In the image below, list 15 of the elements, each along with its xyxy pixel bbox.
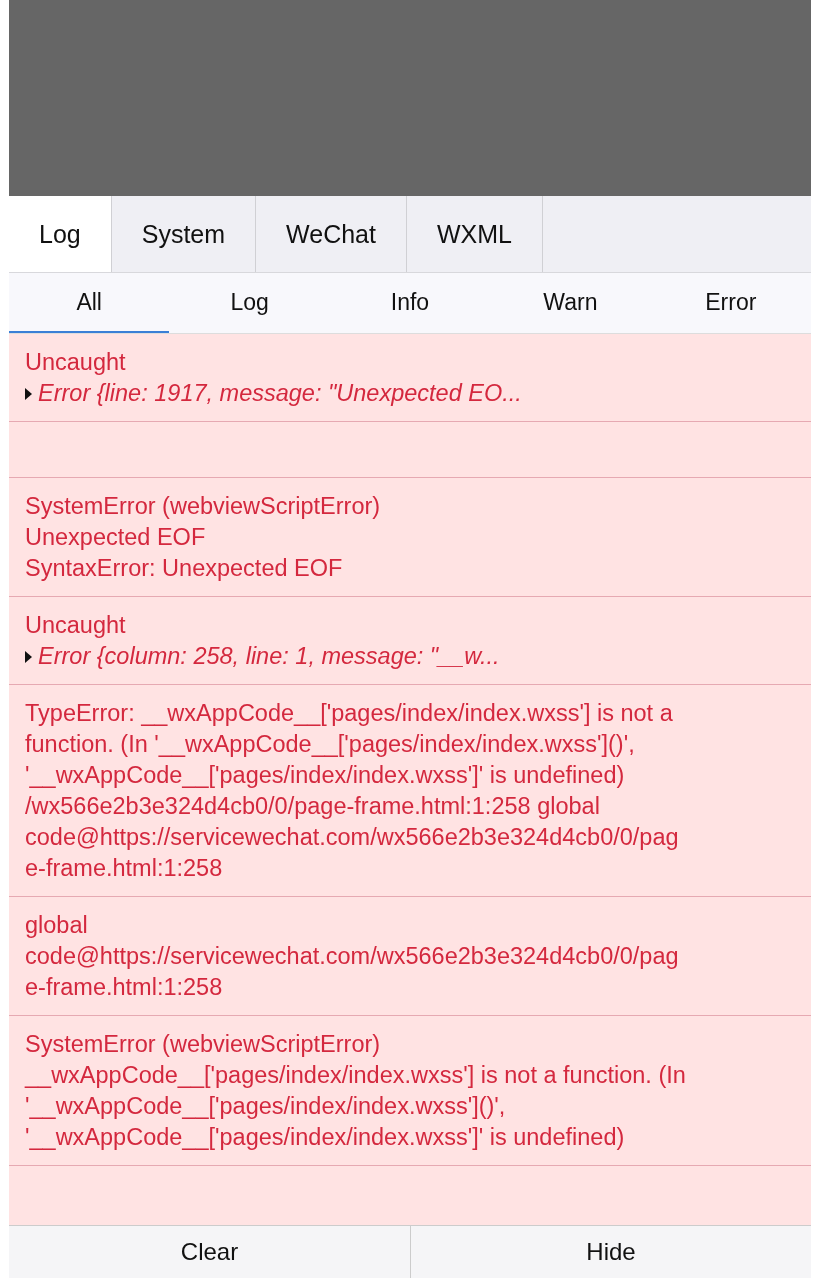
error-object-text: Error {line: 1917, message: "Unexpected EO... bbox=[38, 379, 522, 408]
log-message: Uncaught bbox=[25, 348, 127, 377]
error-object-text: Error {column: 258, line: 1, message: "__w... bbox=[38, 642, 500, 671]
log-message: TypeError: __wxAppCode__['pages/index/index.wxss'] is not a function. (In '__wxAppCode__['pages/index/index.wxss']()', '__wxAppCode__['pages/index/index.wxss']' is undefined) /wx566e2b3e324d4cb0/0/page-frame.html:1:258 global code@https://servicewechat.com/wx566e2b3e324d4cb0/0/page-frame.html:1:258 bbox=[25, 699, 680, 883]
filter-tab[interactable]: Log bbox=[169, 273, 330, 333]
filter-tab[interactable]: Info bbox=[329, 273, 491, 333]
expand-triangle-icon[interactable] bbox=[25, 650, 32, 663]
tab[interactable]: Log bbox=[9, 196, 112, 272]
log-message: SystemError (webviewScriptError) __wxAppCode__['pages/index/index.wxss'] is not a function. (In '__wxAppCode__['pages/index/index.wxss']()', '__wxAppCode__['pages/index/index.wxss']' is undefined) bbox=[25, 1030, 687, 1152]
filter-tab[interactable]: Error bbox=[650, 273, 811, 333]
log-message: SystemError (webviewScriptError) Unexpected EOF SyntaxError: Unexpected EOF bbox=[25, 492, 382, 583]
log-message: global code@https://servicewechat.com/wx566e2b3e324d4cb0/0/page-frame.html:1:258 bbox=[25, 911, 680, 1002]
log-message: Uncaught bbox=[25, 611, 127, 640]
expand-triangle-icon[interactable] bbox=[25, 387, 32, 400]
filter-tab[interactable]: Warn bbox=[490, 273, 651, 333]
